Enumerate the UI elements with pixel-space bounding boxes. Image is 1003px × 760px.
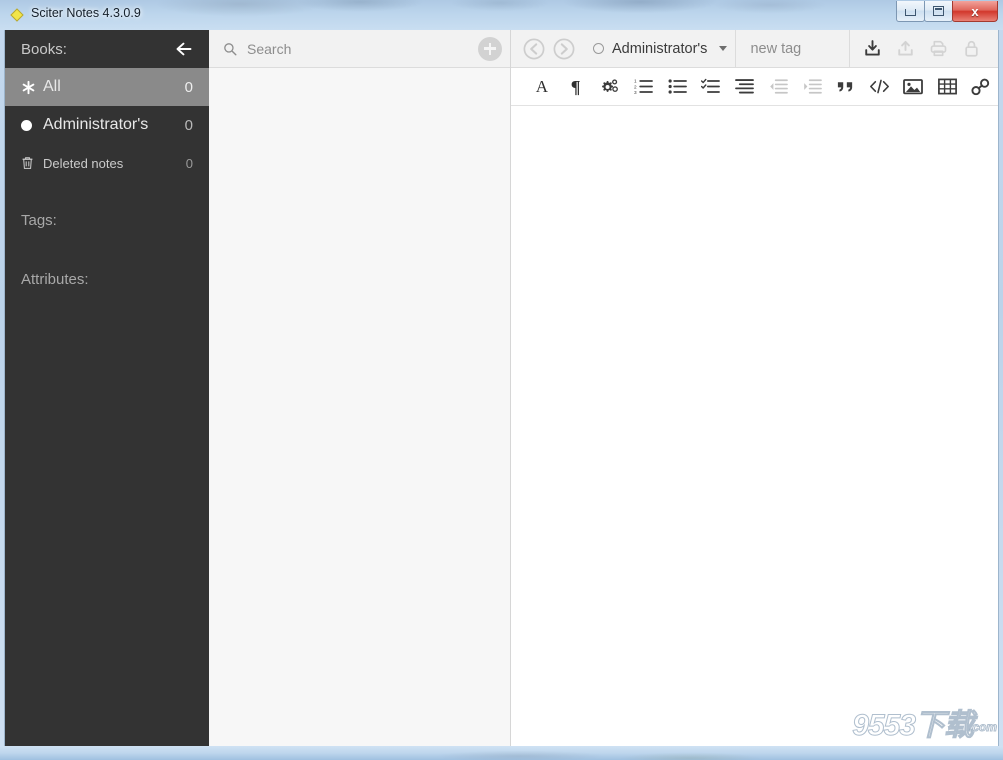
- maximize-icon: [933, 6, 944, 16]
- tags-section-label: Tags:: [21, 212, 57, 229]
- svg-text:2: 2: [634, 84, 637, 90]
- search-icon: [223, 42, 237, 56]
- books-header: Books:: [5, 30, 209, 68]
- checklist-button[interactable]: [694, 68, 728, 106]
- svg-text:3: 3: [634, 90, 637, 95]
- blockquote-button[interactable]: [829, 68, 863, 106]
- attributes-section-label: Attributes:: [21, 271, 89, 288]
- window-bottom-frame: [0, 746, 1003, 760]
- table-button[interactable]: [930, 68, 964, 106]
- close-icon: x: [971, 3, 979, 19]
- ordered-list-button[interactable]: 123: [626, 68, 660, 106]
- window-controls: x: [896, 1, 998, 22]
- blockquote-icon: [838, 81, 853, 92]
- definition-list-button[interactable]: [728, 68, 762, 106]
- settings-gears-icon: [602, 78, 618, 92]
- note-editor-body[interactable]: [511, 106, 998, 746]
- sidebar-item-all[interactable]: All 0: [5, 68, 209, 106]
- editor-pane: Administrator's new tag A ¶ 1 2 3: [511, 30, 998, 746]
- add-note-button[interactable]: [478, 36, 502, 61]
- tag-input-wrapper: [736, 30, 850, 68]
- search-bar: [209, 30, 510, 68]
- outdent-icon: [770, 79, 788, 94]
- sidebar-item-administrators[interactable]: Administrator's 0: [5, 106, 209, 144]
- chevron-down-icon: [719, 46, 728, 51]
- yellow-diamond-icon: [10, 8, 24, 22]
- books-label: Books:: [21, 40, 67, 58]
- ordered-list-icon: 123: [634, 79, 653, 95]
- image-button[interactable]: [897, 68, 931, 106]
- outdent-button[interactable]: [761, 68, 795, 106]
- sidebar-item-count: 0: [185, 155, 193, 171]
- plus-circle-icon: [484, 42, 496, 55]
- export-icon: [898, 40, 913, 56]
- sidebar-item-count: 0: [184, 116, 193, 134]
- paragraph-icon: ¶: [570, 76, 581, 97]
- svg-text:1: 1: [634, 79, 637, 85]
- trash-icon: [21, 156, 43, 170]
- code-icon: [870, 79, 890, 94]
- lock-icon: [965, 40, 978, 57]
- new-tag-input[interactable]: [748, 39, 837, 58]
- export-button[interactable]: [889, 30, 922, 68]
- collapse-sidebar-button[interactable]: [173, 38, 195, 60]
- book-selector-label: Administrator's: [612, 40, 708, 57]
- sidebar-item-count: 0: [184, 78, 193, 96]
- circle-filled-icon: [21, 119, 43, 131]
- app-window: Books: All 0 Administrator's 0 Deleted n…: [4, 30, 999, 746]
- maximize-button[interactable]: [924, 1, 953, 22]
- minimize-icon: [905, 9, 916, 16]
- arrow-right-circle-icon: [553, 38, 575, 59]
- circle-outline-icon: [593, 43, 604, 54]
- table-icon: [937, 78, 957, 95]
- note-list-pane: [209, 30, 511, 746]
- unordered-list-icon: [668, 79, 687, 94]
- minimize-button[interactable]: [896, 1, 925, 22]
- sidebar: Books: All 0 Administrator's 0 Deleted n…: [5, 30, 209, 746]
- arrow-left-circle-icon: [523, 38, 545, 59]
- import-button[interactable]: [856, 30, 889, 68]
- indent-button[interactable]: [795, 68, 829, 106]
- titlebar[interactable]: Sciter Notes 4.3.0.9 x: [0, 0, 1003, 30]
- import-icon: [865, 40, 880, 56]
- book-selector[interactable]: Administrator's: [579, 30, 737, 68]
- code-button[interactable]: [863, 68, 897, 106]
- definition-list-icon: [735, 79, 754, 94]
- arrow-left-icon: [176, 42, 192, 56]
- sidebar-item-label: Deleted notes: [43, 155, 124, 171]
- checklist-icon: [701, 78, 721, 93]
- sidebar-item-label: Administrator's: [43, 116, 149, 133]
- editor-actions: [850, 30, 998, 68]
- editor-toolbar: A ¶ 1 2 3: [511, 68, 998, 106]
- link-button[interactable]: [964, 68, 998, 106]
- window-frame: Sciter Notes 4.3.0.9 x Books: All 0 Admi…: [0, 0, 1003, 760]
- font-style-button[interactable]: A: [525, 68, 559, 106]
- lock-button[interactable]: [955, 30, 988, 68]
- forward-button[interactable]: [549, 30, 579, 68]
- close-button[interactable]: x: [952, 1, 998, 22]
- indent-icon: [803, 79, 822, 94]
- print-button[interactable]: [922, 30, 955, 68]
- settings-button[interactable]: [593, 68, 627, 106]
- note-list[interactable]: [209, 68, 510, 746]
- paragraph-button[interactable]: ¶: [559, 68, 593, 106]
- window-title: Sciter Notes 4.3.0.9: [31, 6, 141, 20]
- unordered-list-button[interactable]: [660, 68, 694, 106]
- font-style-icon: A: [535, 76, 549, 96]
- sidebar-item-deleted-notes[interactable]: Deleted notes 0: [5, 144, 209, 182]
- image-icon: [903, 79, 924, 95]
- back-button[interactable]: [519, 30, 549, 68]
- editor-navbar: Administrator's: [511, 30, 998, 68]
- sidebar-item-label: All: [43, 78, 61, 95]
- search-input[interactable]: [245, 39, 474, 58]
- asterisk-icon: [21, 80, 43, 95]
- print-icon: [930, 40, 947, 57]
- link-icon: [971, 78, 990, 95]
